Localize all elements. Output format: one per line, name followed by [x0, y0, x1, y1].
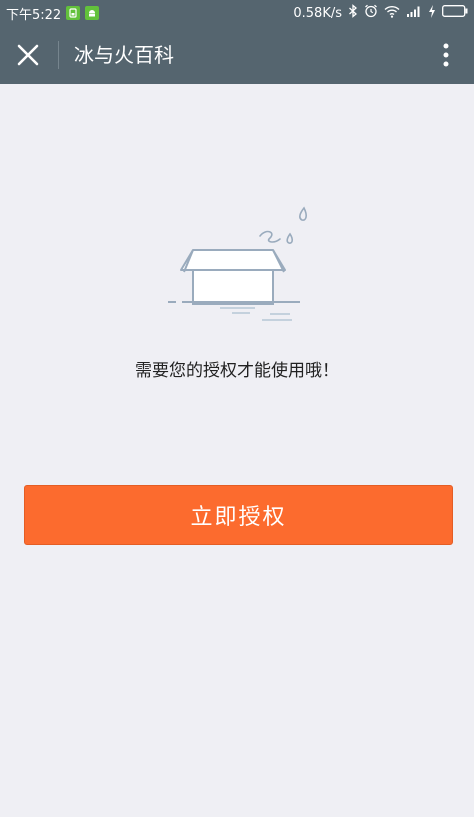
signal-icon [406, 5, 422, 21]
close-button[interactable] [8, 35, 48, 75]
wifi-icon [384, 5, 400, 22]
more-vertical-icon [443, 43, 449, 67]
close-icon [17, 44, 39, 66]
more-button[interactable] [426, 35, 466, 75]
authorize-button[interactable]: 立即授权 [24, 485, 453, 545]
status-time: 下午5:22 [6, 7, 62, 23]
android-icon [85, 6, 100, 20]
alarm-icon [364, 4, 378, 22]
empty-box-icon [168, 206, 307, 321]
page-title: 冰与火百科 [74, 43, 174, 67]
battery-icon [442, 5, 468, 21]
status-bar: 下午5:22 0.58K/s [0, 0, 474, 26]
network-speed: 0.58K/s [293, 5, 342, 21]
status-right: 0.58K/s [293, 4, 468, 22]
title-divider [58, 41, 59, 69]
bluetooth-icon [348, 4, 358, 22]
sim-icon [66, 6, 81, 20]
authorization-message: 需要您的授权才能使用哦！ [135, 361, 339, 381]
empty-box-illustration [160, 198, 320, 333]
title-bar: 冰与火百科 [0, 26, 474, 84]
status-left: 下午5:22 [6, 4, 100, 23]
charging-icon [428, 4, 436, 22]
